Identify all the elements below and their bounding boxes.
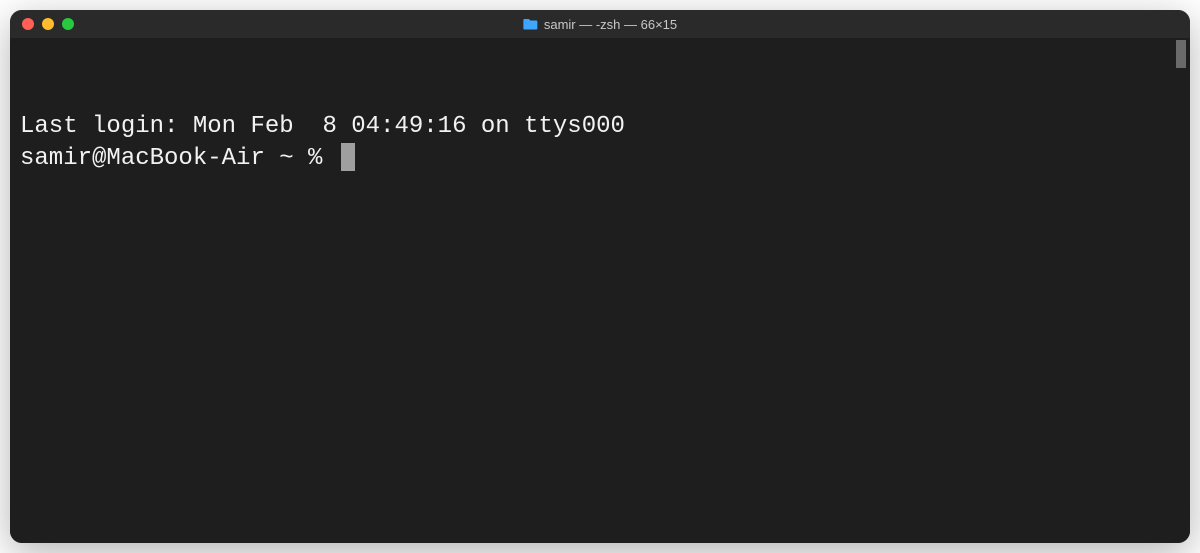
cursor	[341, 143, 355, 171]
terminal-body[interactable]: Last login: Mon Feb 8 04:49:16 on ttys00…	[10, 38, 1190, 543]
terminal-window: samir — -zsh — 66×15 Last login: Mon Feb…	[10, 10, 1190, 543]
titlebar[interactable]: samir — -zsh — 66×15	[10, 10, 1190, 38]
zoom-button[interactable]	[62, 18, 74, 30]
folder-icon	[523, 18, 538, 30]
close-button[interactable]	[22, 18, 34, 30]
window-title: samir — -zsh — 66×15	[523, 17, 677, 32]
window-title-text: samir — -zsh — 66×15	[544, 17, 677, 32]
last-login-line: Last login: Mon Feb 8 04:49:16 on ttys00…	[20, 111, 1180, 143]
scrollbar-thumb[interactable]	[1176, 40, 1186, 68]
traffic-lights	[10, 18, 74, 30]
scrollbar[interactable]	[1174, 40, 1188, 541]
prompt: samir@MacBook-Air ~ %	[20, 143, 337, 175]
minimize-button[interactable]	[42, 18, 54, 30]
